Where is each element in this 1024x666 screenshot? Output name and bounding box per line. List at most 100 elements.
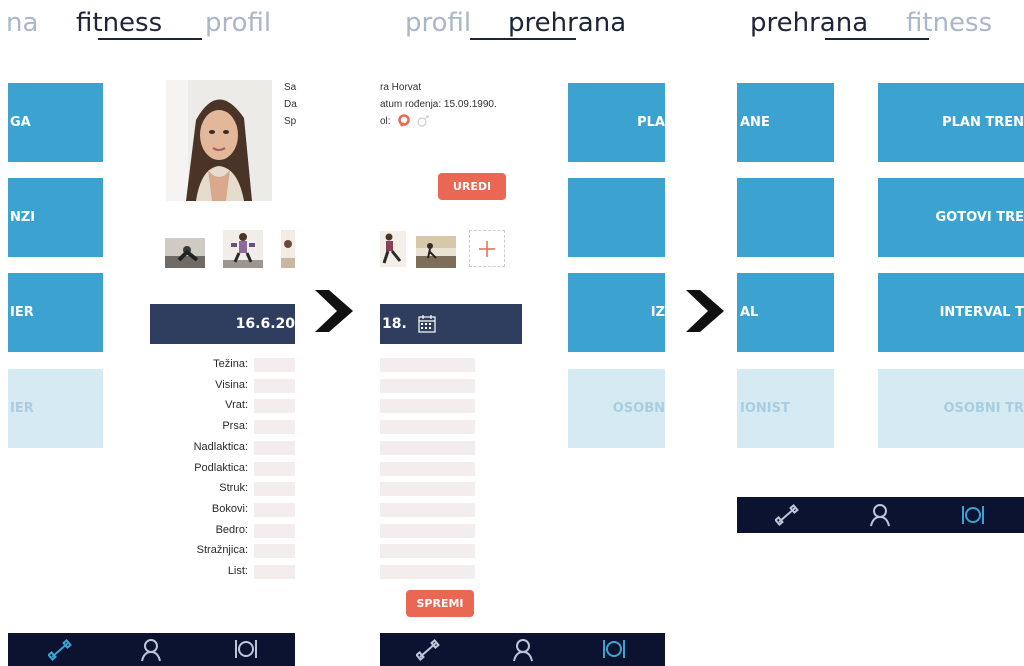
tile-2[interactable]: NZI — [8, 178, 103, 257]
plate-icon[interactable] — [961, 504, 985, 526]
profile-info-cut: Sa Da Sp — [284, 79, 297, 130]
tile-gotovi-treninzi[interactable]: GOTOVI TRE — [878, 178, 1024, 257]
user-icon[interactable] — [869, 503, 891, 527]
measurement-input[interactable] — [380, 441, 475, 455]
save-button[interactable]: SPREMI — [406, 590, 474, 617]
tile-label: GOTOVI TRE — [935, 210, 1024, 225]
tab-next-3[interactable]: fitness — [906, 8, 992, 38]
bottom-nav-2 — [380, 633, 665, 666]
tile-interval[interactable]: IZ — [568, 273, 665, 352]
tab-current-label: fitness — [76, 8, 163, 38]
gallery-thumb-2[interactable] — [223, 230, 263, 268]
measurement-input[interactable] — [254, 462, 295, 476]
tile-nutrition-1[interactable]: ANE — [737, 83, 834, 162]
measurement-label: List: — [227, 565, 248, 577]
gallery-thumb-3[interactable] — [281, 230, 295, 268]
measurement-label: Visina: — [215, 379, 248, 391]
measurement-input[interactable] — [254, 482, 295, 496]
profile-name: Sa — [284, 82, 297, 93]
tab-current-3[interactable]: prehrana — [750, 8, 868, 38]
tile-nutrition-2[interactable] — [737, 178, 834, 257]
measurement-input[interactable] — [380, 503, 475, 517]
calendar-icon[interactable] — [417, 314, 437, 334]
tab-current-label: prehrana — [750, 8, 869, 38]
tab-prev-2[interactable]: profil — [405, 8, 471, 38]
measurement-label: Vrat: — [225, 399, 248, 411]
header-tabs: na — [6, 8, 38, 38]
tile-label: PLA — [637, 115, 665, 130]
dumbbell-icon[interactable] — [48, 639, 72, 661]
user-icon[interactable] — [140, 638, 162, 662]
measurement-input[interactable] — [380, 399, 475, 413]
measurement-label: Bedro: — [215, 524, 248, 536]
add-photo-button[interactable] — [469, 230, 505, 267]
female-icon[interactable] — [397, 114, 411, 128]
measurement-input[interactable] — [254, 399, 295, 413]
measurement-input[interactable] — [254, 379, 295, 393]
gallery-thumb-1[interactable] — [165, 238, 205, 268]
tile-osobni[interactable]: OSOBN — [568, 369, 665, 448]
tab-next[interactable]: profil — [205, 8, 271, 38]
user-icon[interactable] — [512, 638, 534, 662]
measurement-input[interactable] — [380, 524, 475, 538]
measurement-input[interactable] — [254, 544, 295, 558]
tile-plan-treninga[interactable]: PLAN TREN — [878, 83, 1024, 162]
tile-nutritionist[interactable]: IONIST — [737, 369, 834, 448]
tile-interval-trener[interactable]: INTERVAL T — [878, 273, 1024, 352]
tab-underline — [470, 38, 576, 40]
profile-info: ra Horvat atum rođenja: 15.09.1990. ol: — [380, 79, 497, 130]
edit-button[interactable]: UREDI — [438, 173, 506, 200]
arrow-right-icon — [315, 290, 353, 332]
tab-prev[interactable]: na — [6, 8, 38, 38]
measurement-label: Prsa: — [222, 420, 248, 432]
tile-gotovi[interactable] — [568, 178, 665, 257]
tile-label: ANE — [740, 115, 770, 130]
date-bar[interactable]: 16.6.20 — [150, 304, 295, 344]
tile-1[interactable]: GA — [8, 83, 103, 162]
save-button-label: SPREMI — [416, 597, 464, 610]
measurement-input[interactable] — [380, 379, 475, 393]
measurement-label: Stražnjica: — [196, 544, 248, 556]
tile-label: OSOBN — [612, 401, 665, 416]
measurement-input[interactable] — [254, 565, 295, 579]
measurement-input[interactable] — [380, 462, 475, 476]
measurement-input[interactable] — [380, 420, 475, 434]
tile-label: INTERVAL T — [939, 305, 1024, 320]
profile-sex: Sp — [284, 116, 297, 127]
tab-next-label: fitness — [906, 8, 993, 38]
tile-label: IONIST — [740, 401, 790, 416]
profile-sex: ol: — [380, 113, 497, 130]
tile-osobni-trener[interactable]: OSOBNI TR — [878, 369, 1024, 448]
gallery-thumb-5[interactable] — [416, 236, 456, 268]
male-icon[interactable] — [416, 114, 430, 128]
date-bar-2[interactable]: 18. — [380, 304, 522, 344]
tab-current[interactable]: fitness — [76, 8, 162, 38]
tile-plan[interactable]: PLA — [568, 83, 665, 162]
measurement-input[interactable] — [254, 441, 295, 455]
plate-icon[interactable] — [602, 638, 626, 660]
avatar-icon — [166, 80, 272, 201]
tab-current-2[interactable]: prehrana — [508, 8, 626, 38]
measurement-input[interactable] — [254, 524, 295, 538]
measurement-input[interactable] — [380, 565, 475, 579]
measurement-label: Težina: — [213, 358, 248, 370]
measurement-input[interactable] — [254, 420, 295, 434]
dumbbell-icon[interactable] — [416, 639, 440, 661]
dumbbell-icon[interactable] — [775, 504, 799, 526]
measurement-input[interactable] — [380, 358, 475, 372]
arrow-right-icon — [686, 290, 724, 332]
tile-label: OSOBNI TR — [943, 401, 1024, 416]
plate-icon[interactable] — [234, 638, 258, 660]
tile-3[interactable]: IER — [8, 273, 103, 352]
tile-label: IER — [10, 305, 34, 320]
measurement-input[interactable] — [254, 503, 295, 517]
gallery-thumb-4[interactable] — [380, 231, 406, 267]
measurement-input[interactable] — [254, 358, 295, 372]
tile-nutrition-3[interactable]: AL — [737, 273, 834, 352]
bottom-nav-3 — [737, 497, 1024, 533]
measurement-label: Podlaktica: — [194, 462, 248, 474]
measurement-input[interactable] — [380, 544, 475, 558]
measurement-input[interactable] — [380, 482, 475, 496]
tile-4[interactable]: IER — [8, 369, 103, 448]
profile-photo[interactable] — [166, 80, 272, 201]
